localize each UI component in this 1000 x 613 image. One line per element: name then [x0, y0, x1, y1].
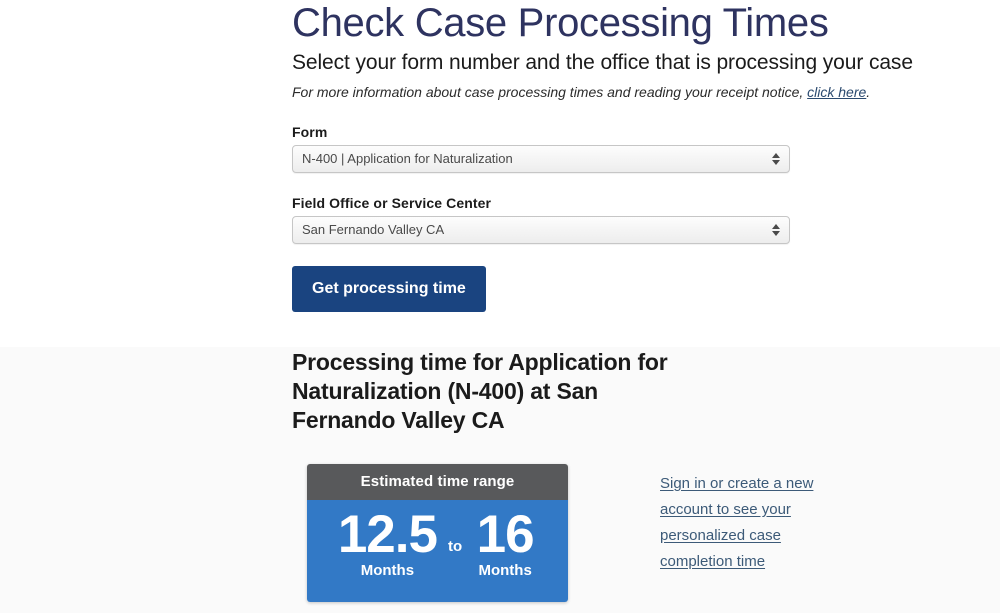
- range-low-unit: Months: [360, 562, 415, 579]
- range-low: 12.5 Months: [337, 505, 438, 580]
- stepper-arrows-icon[interactable]: [769, 146, 783, 172]
- chevron-down-icon: [772, 231, 780, 236]
- range-separator: to: [447, 538, 463, 555]
- range-high: 16 Months: [473, 508, 537, 580]
- office-select[interactable]: San Fernando Valley CA: [292, 216, 790, 244]
- page-title: Check Case Processing Times: [292, 1, 829, 45]
- chevron-up-icon: [772, 224, 780, 229]
- signin-promo: Sign in or create a new account to see y…: [660, 464, 820, 575]
- page-note: For more information about case processi…: [292, 82, 992, 102]
- page-root: Check Case Processing Times Select your …: [0, 0, 1000, 613]
- signin-link-line[interactable]: completion time: [660, 549, 820, 575]
- signin-link-line[interactable]: personalized case: [660, 523, 820, 549]
- form-field-label: Form: [292, 124, 328, 140]
- signin-link-line[interactable]: account to see your: [660, 497, 820, 523]
- form-select[interactable]: N-400 | Application for Naturalization: [292, 145, 790, 173]
- results-row: Estimated time range 12.5 Months to 16 M…: [292, 464, 992, 602]
- page-subtitle: Select your form number and the office t…: [292, 51, 913, 74]
- results-heading: Processing time for Application for Natu…: [292, 349, 668, 433]
- range-high-value: 16: [476, 505, 535, 564]
- click-here-link[interactable]: click here: [807, 84, 866, 100]
- processing-time-form: Form N-400 | Application for Naturalizat…: [292, 124, 992, 312]
- form-select-value: N-400 | Application for Naturalization: [302, 151, 513, 166]
- range-high-unit: Months: [478, 562, 532, 579]
- results-section: Processing time for Application for Natu…: [292, 348, 992, 602]
- range-low-value: 12.5: [337, 505, 438, 564]
- stepper-arrows-icon[interactable]: [769, 217, 783, 243]
- get-processing-time-button[interactable]: Get processing time: [292, 266, 486, 312]
- chevron-up-icon: [772, 153, 780, 158]
- page-note-text-before: For more information about case processi…: [292, 84, 808, 100]
- office-select-value: San Fernando Valley CA: [302, 222, 445, 237]
- top-section: Check Case Processing Times Select your …: [292, 0, 992, 312]
- signin-link-line[interactable]: Sign in or create a new: [660, 471, 820, 497]
- estimated-time-range-card: Estimated time range 12.5 Months to 16 M…: [307, 464, 568, 602]
- chevron-down-icon: [772, 160, 780, 165]
- estimated-time-range-card-body: 12.5 Months to 16 Months: [307, 500, 568, 602]
- page-note-text-after: .: [866, 84, 871, 100]
- estimated-time-range-card-header: Estimated time range: [307, 464, 568, 500]
- office-field-label: Field Office or Service Center: [292, 195, 492, 211]
